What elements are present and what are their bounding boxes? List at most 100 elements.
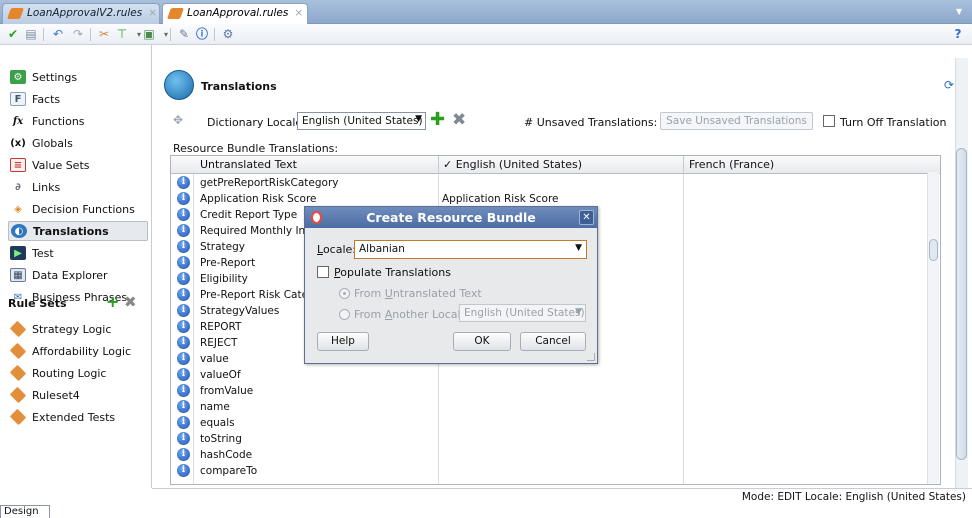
table-scroll-thumb[interactable] <box>929 239 938 261</box>
column-header-french[interactable]: French (France) <box>689 158 774 171</box>
delete-ruleset-icon[interactable]: ✖ <box>124 295 137 310</box>
info-icon: i <box>177 288 190 301</box>
tab-loanapproval[interactable]: LoanApproval.rules × <box>162 3 308 24</box>
cell-untranslated[interactable]: equals <box>200 417 435 429</box>
paste-icon[interactable]: ▣ <box>141 27 157 42</box>
undo-icon[interactable]: ↶ <box>50 27 66 42</box>
from-another-locale-radio[interactable] <box>339 309 350 320</box>
tree-icon[interactable]: ⊤ <box>114 27 130 42</box>
tab-label: LoanApprovalV2.rules <box>27 7 143 19</box>
info-icon: i <box>177 416 190 429</box>
nav-item-decision-functions[interactable]: ◈ Decision Functions <box>8 199 148 219</box>
translations-header-icon <box>164 70 194 100</box>
link-icon[interactable]: ✎ <box>176 27 192 42</box>
nav-item-functions[interactable]: fx Functions <box>8 111 148 131</box>
nav-item-translations[interactable]: ◐ Translations <box>8 221 148 241</box>
info-icon: i <box>177 352 190 365</box>
save-unsaved-translations-button[interactable]: Save Unsaved Translations <box>660 112 813 130</box>
toolbar-separator <box>90 28 91 41</box>
table-scrollbar[interactable] <box>927 172 939 484</box>
add-ruleset-icon[interactable]: + <box>106 294 119 310</box>
nav-label: Functions <box>32 114 85 128</box>
cell-untranslated[interactable]: getPreReportRiskCategory <box>200 177 435 189</box>
cell-untranslated[interactable]: name <box>200 401 435 413</box>
table-row[interactable]: i equals <box>171 415 940 431</box>
globals-icon: (x) <box>10 137 26 149</box>
validate-check-icon[interactable]: ✔ <box>5 27 21 42</box>
nav-item-links[interactable]: ∂ Links <box>8 177 148 197</box>
from-untranslated-radio[interactable] <box>339 288 350 299</box>
turn-off-translation-checkbox[interactable] <box>823 115 835 127</box>
nav-item-data-explorer[interactable]: ▦ Data Explorer <box>8 265 148 285</box>
table-row[interactable]: i compareTo <box>171 463 940 479</box>
test-icon: ▶ <box>10 246 26 260</box>
delete-locale-button[interactable]: ✖ <box>452 111 466 129</box>
ruleset-label: Routing Logic <box>32 366 107 380</box>
info-icon: i <box>177 464 190 477</box>
tab-close-icon[interactable]: × <box>148 7 157 19</box>
dictionary-locale-select[interactable]: English (United States) ▼ <box>297 112 426 130</box>
nav-item-value-sets[interactable]: ≡ Value Sets <box>8 155 148 175</box>
info-icon: i <box>177 272 190 285</box>
tab-label: LoanApproval.rules <box>187 7 289 19</box>
cell-untranslated[interactable]: valueOf <box>200 369 435 381</box>
info-icon: i <box>177 240 190 253</box>
table-row[interactable]: i Application Risk Score Application Risk … <box>171 191 940 207</box>
tab-list-icon[interactable]: ▼ <box>956 7 966 17</box>
nav-item-globals[interactable]: (x) Globals <box>8 133 148 153</box>
ruleset-item[interactable]: Routing Logic <box>8 363 148 383</box>
tab-loanapprovalv2[interactable]: LoanApprovalV2.rules × <box>2 3 160 24</box>
tab-close-icon[interactable]: × <box>294 7 303 19</box>
resize-grip-icon[interactable] <box>587 353 595 361</box>
cell-untranslated[interactable]: Application Risk Score <box>200 193 435 205</box>
ruleset-item[interactable]: Extended Tests <box>8 407 148 427</box>
info-icon: i <box>177 224 190 237</box>
ok-button[interactable]: OK <box>453 332 511 351</box>
column-header-english[interactable]: ✓ English (United States) <box>443 158 582 171</box>
cell-untranslated[interactable]: hashCode <box>200 449 435 461</box>
redo-icon[interactable]: ↷ <box>70 27 86 42</box>
cell-untranslated[interactable]: toString <box>200 433 435 445</box>
cut-icon[interactable]: ✂ <box>96 27 112 42</box>
nav-item-test[interactable]: ▶ Test <box>8 243 148 263</box>
editor-tab-strip: LoanApprovalV2.rules × LoanApproval.rules… <box>0 0 972 24</box>
dropdown-arrow-icon[interactable]: ▾ <box>158 27 174 42</box>
nav-item-facts[interactable]: F Facts <box>8 89 148 109</box>
cancel-button[interactable]: Cancel <box>520 332 586 351</box>
nav-label: Translations <box>33 224 109 238</box>
populate-translations-checkbox[interactable] <box>317 266 329 278</box>
nav-item-settings[interactable]: ⚙ Settings <box>8 67 148 87</box>
design-tab[interactable]: Design <box>0 505 50 518</box>
add-locale-button[interactable]: ✚ <box>430 111 445 129</box>
from-locale-select[interactable]: English (United States) ▼ <box>459 304 586 322</box>
chevron-down-icon: ▼ <box>575 243 582 253</box>
help-button[interactable]: Help <box>317 332 369 351</box>
table-row[interactable]: i name <box>171 399 940 415</box>
functions-icon: fx <box>12 115 24 127</box>
column-header-untranslated[interactable]: Untranslated Text <box>200 158 297 171</box>
close-icon[interactable]: ✕ <box>579 210 594 225</box>
info-icon[interactable]: ⓘ <box>194 27 210 42</box>
cell-untranslated[interactable]: compareTo <box>200 465 435 477</box>
create-resource-bundle-dialog: Create Resource Bundle ✕ Locale: Albania… <box>304 206 598 364</box>
table-row[interactable]: i valueOf <box>171 367 940 383</box>
table-row[interactable]: i fromValue <box>171 383 940 399</box>
ruleset-item[interactable]: Affordability Logic <box>8 341 148 361</box>
help-icon[interactable]: ? <box>950 27 966 42</box>
dialog-title-bar[interactable]: Create Resource Bundle ✕ <box>305 207 597 228</box>
table-row[interactable]: i getPreReportRiskCategory <box>171 175 940 191</box>
toolbar-separator <box>43 28 44 41</box>
table-row[interactable]: i toString <box>171 431 940 447</box>
editor-scroll-thumb[interactable] <box>956 148 967 460</box>
translate-icon[interactable]: ✥ <box>173 113 183 127</box>
cell-untranslated[interactable]: fromValue <box>200 385 435 397</box>
ruleset-item[interactable]: Ruleset4 <box>8 385 148 405</box>
doc-icon[interactable]: ▤ <box>23 27 39 42</box>
ruleset-item[interactable]: Strategy Logic <box>8 319 148 339</box>
ruleset-label: Affordability Logic <box>32 344 132 358</box>
settings-icon[interactable]: ⚙ <box>220 27 236 42</box>
cell-english[interactable]: Application Risk Score <box>442 193 678 205</box>
locale-select[interactable]: Albanian ▼ <box>354 240 587 259</box>
nav-label: Links <box>32 180 61 194</box>
table-row[interactable]: i hashCode <box>171 447 940 463</box>
